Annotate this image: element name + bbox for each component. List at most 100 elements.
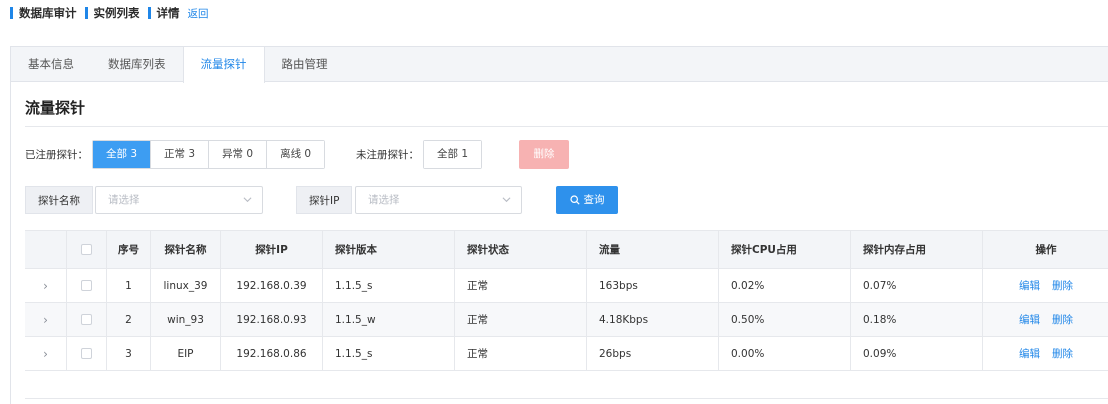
header-actions: 操作 xyxy=(1035,244,1057,256)
cell-memory: 0.09% xyxy=(851,337,983,370)
chevron-down-icon xyxy=(243,197,252,203)
delete-button[interactable]: 删除 xyxy=(519,140,569,169)
tab-traffic-probe[interactable]: 流量探针 xyxy=(182,47,265,83)
table-row: › 1 linux_39 192.168.0.39 1.1.5_s 正常 163… xyxy=(25,269,1108,303)
cell-index: 3 xyxy=(107,337,151,370)
checkbox-cell xyxy=(67,337,107,370)
cell-cpu: 0.50% xyxy=(719,303,851,336)
header-probe-status: 探针状态 xyxy=(455,231,587,268)
select-all-checkbox[interactable] xyxy=(81,244,92,255)
probe-ip-placeholder: 请选择 xyxy=(368,194,400,206)
table-header-row: 序号 探针名称 探针IP 探针版本 探针状态 流量 探针CPU占用 探针内存占用… xyxy=(25,231,1108,269)
expand-cell: › xyxy=(25,337,67,370)
table-row: › 3 EIP 192.168.0.86 1.1.5_s 正常 26bps 0.… xyxy=(25,337,1108,371)
search-icon xyxy=(569,195,580,205)
cell-cpu: 0.02% xyxy=(719,269,851,302)
section-title: 流量探针 xyxy=(25,99,86,117)
unregistered-all-button[interactable]: 全部 1 xyxy=(424,141,482,168)
registered-label: 已注册探针： xyxy=(25,149,88,161)
chevron-down-icon xyxy=(502,197,511,203)
cell-probe-name: linux_39 xyxy=(151,269,221,302)
tab-database-list[interactable]: 数据库列表 xyxy=(91,47,183,82)
edit-link[interactable]: 编辑 xyxy=(1019,278,1040,293)
cell-memory: 0.07% xyxy=(851,269,983,302)
header-probe-version: 探针版本 xyxy=(323,231,455,268)
registered-filter: 已注册探针： 全部 3 正常 3 异常 0 离线 0 xyxy=(25,140,326,169)
registered-all-button[interactable]: 全部 3 xyxy=(93,141,152,168)
divider xyxy=(25,126,1108,127)
edit-link[interactable]: 编辑 xyxy=(1019,346,1040,361)
delete-link[interactable]: 删除 xyxy=(1052,278,1073,293)
cell-probe-ip: 192.168.0.39 xyxy=(221,269,323,302)
cell-cpu: 0.00% xyxy=(719,337,851,370)
table-row: › 2 win_93 192.168.0.93 1.1.5_w 正常 4.18K… xyxy=(25,303,1108,337)
query-button[interactable]: 查询 xyxy=(556,186,618,214)
cell-index: 2 xyxy=(107,303,151,336)
cell-probe-status: 正常 xyxy=(455,269,587,302)
probe-ip-select[interactable]: 请选择 xyxy=(355,186,522,214)
cell-probe-status: 正常 xyxy=(455,303,587,336)
row-checkbox[interactable] xyxy=(81,280,92,291)
table-footer-space xyxy=(25,371,1108,399)
cell-probe-version: 1.1.5_s xyxy=(323,337,455,370)
expand-cell: › xyxy=(25,269,67,302)
unregistered-segment: 全部 1 xyxy=(423,140,483,169)
cell-probe-version: 1.1.5_w xyxy=(323,303,455,336)
checkbox-cell xyxy=(67,303,107,336)
query-button-label: 查询 xyxy=(583,194,605,206)
cell-traffic: 26bps xyxy=(587,337,719,370)
header-index: 序号 xyxy=(107,231,151,268)
select-all-cell xyxy=(67,231,107,268)
chevron-right-icon[interactable]: › xyxy=(43,279,48,293)
registered-offline-button[interactable]: 离线 0 xyxy=(267,141,325,168)
edit-link[interactable]: 编辑 xyxy=(1019,312,1040,327)
probe-name-select[interactable]: 请选择 xyxy=(95,186,263,214)
breadcrumb-bar xyxy=(84,7,88,19)
cell-probe-status: 正常 xyxy=(455,337,587,370)
breadcrumb-bar xyxy=(147,7,151,19)
cell-probe-name: EIP xyxy=(151,337,221,370)
header-cpu: 探针CPU占用 xyxy=(719,231,851,268)
cell-actions: 编辑 删除 xyxy=(983,337,1108,370)
breadcrumb: 数据库审计 实例列表 详情 返回 xyxy=(10,4,209,22)
header-probe-name: 探针名称 xyxy=(151,231,221,268)
probe-ip-label: 探针IP xyxy=(296,186,353,214)
probe-name-label: 探针名称 xyxy=(25,186,93,214)
breadcrumb-item-instances[interactable]: 实例列表 xyxy=(94,5,140,21)
registered-normal-button[interactable]: 正常 3 xyxy=(151,141,210,168)
header-traffic: 流量 xyxy=(587,231,719,268)
cell-traffic: 163bps xyxy=(587,269,719,302)
registered-abnormal-button[interactable]: 异常 0 xyxy=(209,141,268,168)
row-checkbox[interactable] xyxy=(81,348,92,359)
breadcrumb-bar xyxy=(10,7,13,19)
cell-traffic: 4.18Kbps xyxy=(587,303,719,336)
cell-probe-ip: 192.168.0.93 xyxy=(221,303,323,336)
header-memory: 探针内存占用 xyxy=(851,231,983,268)
tab-bar: 基本信息 数据库列表 流量探针 路由管理 xyxy=(11,47,1108,83)
cell-probe-version: 1.1.5_s xyxy=(323,269,455,302)
cell-probe-ip: 192.168.0.86 xyxy=(221,337,323,370)
cell-actions: 编辑 删除 xyxy=(983,269,1108,302)
cell-memory: 0.18% xyxy=(851,303,983,336)
expand-cell: › xyxy=(25,303,67,336)
header-probe-ip: 探针IP xyxy=(221,231,323,268)
chevron-right-icon[interactable]: › xyxy=(43,347,48,361)
chevron-right-icon[interactable]: › xyxy=(43,313,48,327)
probe-name-placeholder: 请选择 xyxy=(108,194,140,206)
back-link[interactable]: 返回 xyxy=(188,6,209,21)
probe-table: 序号 探针名称 探针IP 探针版本 探针状态 流量 探针CPU占用 探针内存占用… xyxy=(25,230,1108,399)
breadcrumb-item-detail: 详情 xyxy=(156,6,180,20)
row-checkbox[interactable] xyxy=(81,314,92,325)
detail-panel: 基本信息 数据库列表 流量探针 路由管理 流量探针 已注册探针： 全部 3 正常… xyxy=(10,46,1108,404)
tab-route-management[interactable]: 路由管理 xyxy=(265,47,345,82)
expand-header xyxy=(25,231,67,268)
tab-basic-info[interactable]: 基本信息 xyxy=(11,47,91,82)
delete-link[interactable]: 删除 xyxy=(1052,312,1073,327)
cell-actions: 编辑 删除 xyxy=(983,303,1108,336)
cell-index: 1 xyxy=(107,269,151,302)
cell-probe-name: win_93 xyxy=(151,303,221,336)
breadcrumb-item-audit[interactable]: 数据库审计 xyxy=(19,5,77,21)
delete-link[interactable]: 删除 xyxy=(1052,346,1073,361)
unregistered-filter: 未注册探针： 全部 1 xyxy=(356,140,483,169)
checkbox-cell xyxy=(67,269,107,302)
